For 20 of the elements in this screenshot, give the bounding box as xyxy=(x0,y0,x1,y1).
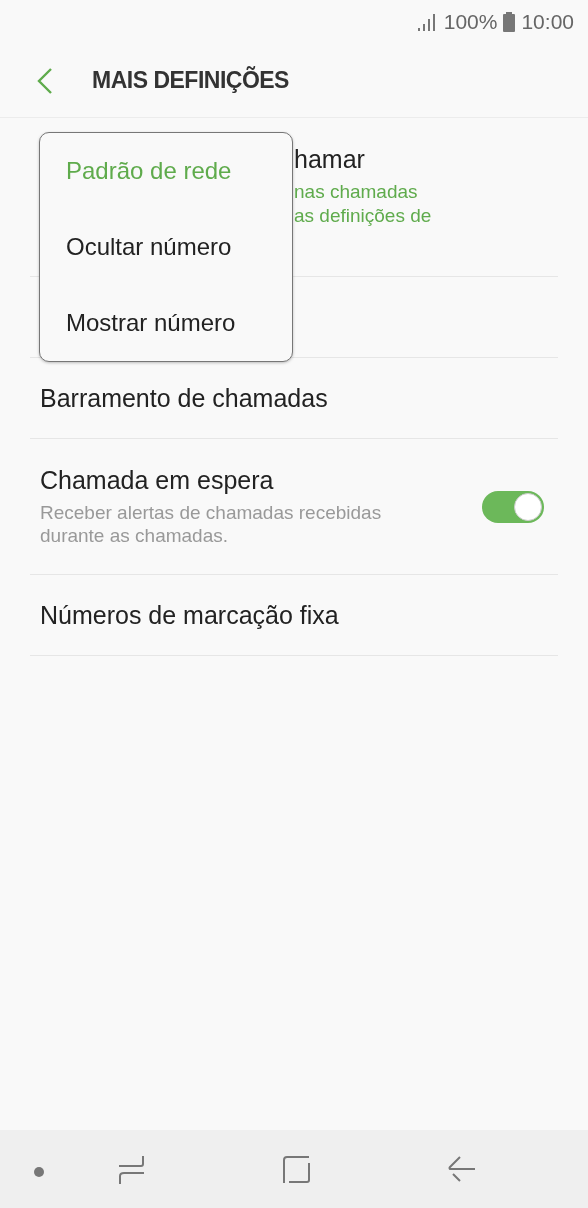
signal-icon xyxy=(417,13,438,31)
menu-option[interactable]: Ocultar número xyxy=(66,233,292,261)
battery-icon xyxy=(503,12,516,32)
back-icon[interactable] xyxy=(37,66,53,95)
dot-icon xyxy=(34,1167,44,1177)
setting-title: Chamada em espera xyxy=(40,466,275,495)
setting-title[interactable]: Barramento de chamadas xyxy=(40,383,328,413)
setting-title: hamar xyxy=(294,145,366,174)
setting-value: nas chamadas xyxy=(294,180,419,204)
clock-time: 10:00 xyxy=(521,10,574,34)
home-icon[interactable] xyxy=(283,1156,311,1184)
battery-percent: 100% xyxy=(443,10,498,34)
recent-apps-icon[interactable] xyxy=(119,1155,145,1185)
page-title: MAIS DEFINIÇÕES xyxy=(92,67,289,94)
setting-value: as definições de xyxy=(294,204,433,228)
setting-description: Receber alertas de chamadas recebidas durante as chamadas. xyxy=(40,501,383,547)
toggle-switch[interactable] xyxy=(482,490,544,523)
back-icon[interactable] xyxy=(448,1156,476,1184)
menu-option[interactable]: Mostrar número xyxy=(66,309,292,337)
setting-title[interactable]: Números de marcação fixa xyxy=(40,600,339,630)
